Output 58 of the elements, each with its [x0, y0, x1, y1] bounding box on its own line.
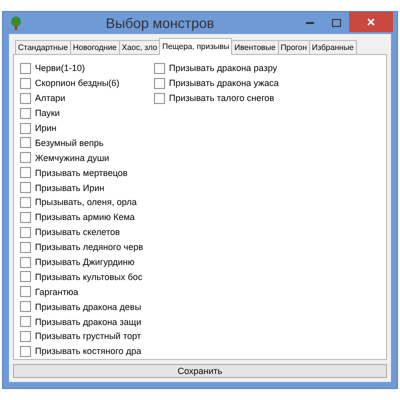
checkbox[interactable]: [20, 78, 31, 89]
checkbox-label[interactable]: Призывать ледяного черв: [35, 242, 144, 252]
close-button[interactable]: [349, 12, 393, 32]
tab[interactable]: Стандартные: [15, 40, 71, 54]
checkbox-label[interactable]: Пауки: [35, 108, 60, 118]
save-button[interactable]: Сохранить: [13, 364, 387, 378]
checkbox[interactable]: [20, 256, 31, 268]
checkbox[interactable]: [20, 182, 31, 194]
checkbox-label[interactable]: Призывать армию Кема: [35, 212, 135, 222]
checkbox-label[interactable]: Призывать Ирин: [35, 182, 104, 193]
checkbox-label[interactable]: Призывать дракона защи: [35, 316, 142, 327]
tab[interactable]: Избранные: [308, 40, 357, 54]
checkbox[interactable]: [20, 152, 31, 164]
checkbox[interactable]: [20, 271, 31, 282]
checkbox-label[interactable]: Прызывать, оленя, орла: [35, 197, 137, 208]
checkbox[interactable]: [20, 330, 31, 342]
checkbox[interactable]: [20, 108, 31, 119]
checkbox[interactable]: [20, 62, 31, 74]
tab[interactable]: Пещера, призывы: [159, 38, 232, 55]
checkbox-label[interactable]: Призывать скелетов: [35, 227, 120, 238]
tab[interactable]: Хаос, зло: [118, 40, 160, 54]
checkbox[interactable]: [20, 316, 31, 328]
checkbox-label[interactable]: Призывать Джигурдиню: [35, 257, 135, 268]
tab[interactable]: Новогодние: [70, 40, 120, 54]
checkbox-label[interactable]: Призывать мертвецов: [35, 168, 128, 178]
checkbox[interactable]: [154, 92, 165, 104]
checkbox-label[interactable]: Призывать культовых бос: [35, 272, 142, 282]
checkbox[interactable]: [154, 78, 165, 89]
checkbox[interactable]: [20, 92, 31, 104]
checkbox-label[interactable]: Призывать дракона разру: [169, 63, 278, 74]
checkbox-label[interactable]: Черви(1-10): [35, 63, 85, 74]
checkbox-label[interactable]: Безумный вепрь: [35, 138, 104, 148]
checkbox[interactable]: [20, 286, 31, 298]
checkbox-label[interactable]: Ирин: [35, 123, 56, 133]
tab[interactable]: Прогон: [278, 40, 310, 54]
maximize-icon[interactable]: [332, 19, 340, 27]
checkbox-label[interactable]: Скорпион бездны(6): [35, 78, 120, 88]
checkbox[interactable]: [20, 196, 31, 208]
checkbox[interactable]: [20, 167, 31, 178]
checkbox[interactable]: [20, 137, 31, 148]
checkbox[interactable]: [20, 226, 31, 238]
checkbox-label[interactable]: Призывать дракона девы: [35, 302, 142, 312]
checkbox-label[interactable]: Призывать талого снегов: [169, 93, 274, 104]
checkbox-label[interactable]: Призывать грустный торт: [35, 331, 142, 342]
tree-icon: [9, 16, 23, 30]
checkbox-label[interactable]: Алтари: [35, 93, 66, 104]
checkbox-label[interactable]: Гаргантюа: [35, 286, 78, 297]
checkbox[interactable]: [20, 301, 31, 312]
checkbox-label[interactable]: Призывать костяного дра: [35, 346, 142, 356]
checkbox[interactable]: [20, 346, 31, 357]
checkbox[interactable]: [20, 212, 31, 223]
checkbox[interactable]: [20, 242, 31, 253]
close-icon[interactable]: [367, 18, 375, 26]
checkbox-label[interactable]: Призывать дракона ужаса: [169, 78, 279, 88]
checkbox-label[interactable]: Жемчужина души: [35, 152, 110, 163]
window-title: Выбор монстров: [104, 15, 216, 31]
checkbox[interactable]: [154, 62, 165, 74]
checkbox[interactable]: [20, 122, 31, 134]
